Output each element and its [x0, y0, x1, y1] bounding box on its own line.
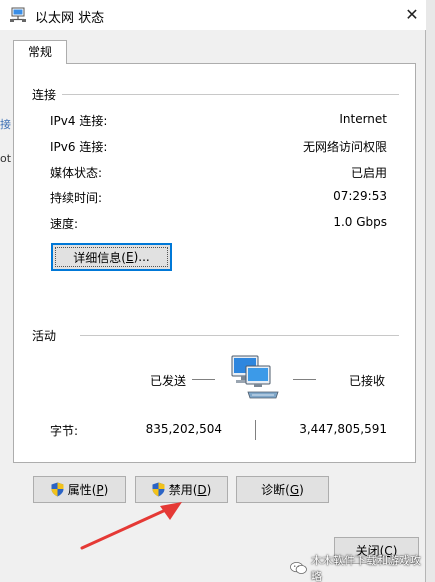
- uac-shield-icon: [51, 482, 64, 497]
- tab-general[interactable]: 常规: [13, 40, 67, 64]
- background-window-edge: [426, 0, 435, 582]
- status-dialog: 以太网 状态 ✕ 常规 连接 IPv4 连接: Internet IPv6 连接…: [0, 0, 426, 582]
- diagnose-button[interactable]: 诊断(G): [236, 476, 329, 503]
- ipv6-label: IPv6 连接:: [50, 140, 108, 154]
- bytes-received-value: 3,447,805,591: [299, 422, 387, 436]
- received-label: 已接收: [349, 374, 386, 388]
- details-button[interactable]: 详细信息(E)...: [51, 243, 172, 271]
- background-text-fragment: ot: [0, 152, 12, 165]
- uac-shield-icon: [152, 482, 165, 497]
- network-icon: [10, 7, 26, 22]
- received-line: [293, 379, 316, 380]
- sent-label: 已发送: [150, 374, 187, 388]
- duration-value: 07:29:53: [333, 189, 387, 203]
- duration-label: 持续时间:: [50, 191, 103, 205]
- network-computers-icon: [231, 355, 279, 399]
- speed-label: 速度:: [50, 217, 79, 231]
- properties-button[interactable]: 属性(P): [33, 476, 126, 503]
- watermark: 木木软件下载和游戏攻略: [290, 552, 425, 582]
- annotation-arrow: [80, 502, 182, 550]
- media-state-label: 媒体状态:: [50, 166, 103, 180]
- connection-divider: [62, 94, 399, 95]
- disable-button[interactable]: 禁用(D): [135, 476, 228, 503]
- general-panel: 连接 IPv4 连接: Internet IPv6 连接: 无网络访问权限 媒体…: [13, 63, 416, 503]
- connection-section-label: 连接: [32, 88, 57, 102]
- ipv6-value: 无网络访问权限: [302, 140, 387, 154]
- media-state-value: 已启用: [350, 166, 387, 180]
- wechat-icon: [290, 561, 307, 574]
- sent-line: [192, 379, 215, 380]
- window-title: 以太网 状态: [35, 11, 105, 26]
- bytes-label: 字节:: [50, 424, 79, 438]
- speed-value: 1.0 Gbps: [333, 215, 387, 229]
- title-bar[interactable]: 以太网 状态 ✕: [0, 0, 426, 30]
- activity-section-label: 活动: [32, 329, 57, 343]
- background-text-fragment: 接: [0, 118, 11, 131]
- close-icon[interactable]: ✕: [400, 2, 424, 28]
- activity-divider: [80, 335, 399, 336]
- ipv4-value: Internet: [339, 112, 387, 126]
- ipv4-label: IPv4 连接:: [50, 114, 108, 128]
- bytes-sent-value: 835,202,504: [145, 422, 222, 436]
